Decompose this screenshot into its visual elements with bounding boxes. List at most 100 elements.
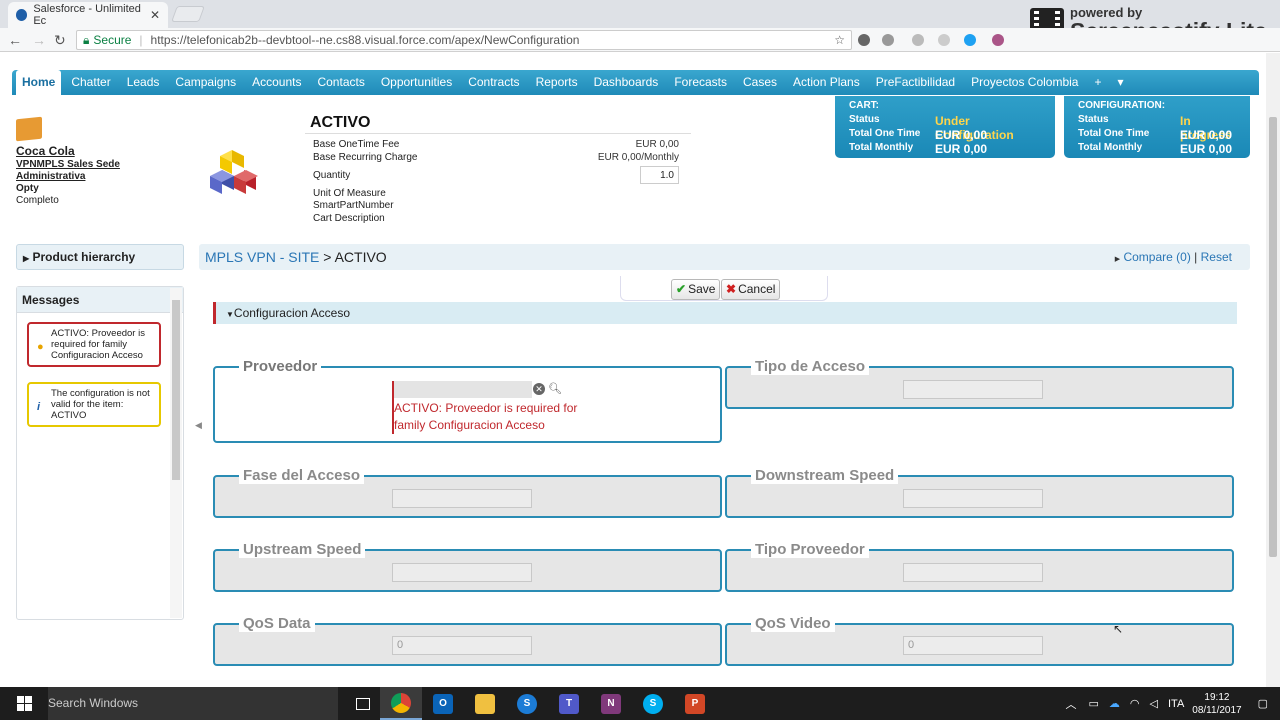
upstream-speed-input[interactable] (392, 563, 532, 582)
nav-tab-home[interactable]: Home (16, 70, 62, 95)
product-hierarchy-toggle[interactable]: ▶ Product hierarchy (16, 244, 184, 270)
downstream-speed-input[interactable] (903, 489, 1043, 508)
url-field[interactable]: 🔒︎ Secure | https://telefonicab2b--devbt… (76, 30, 852, 50)
reset-link[interactable]: Reset (1201, 250, 1232, 264)
quantity-label: Quantity (313, 170, 351, 181)
nav-tab-opportunities[interactable]: Opportunities (373, 70, 460, 95)
tipo-de-acceso-input[interactable] (903, 380, 1043, 399)
clear-icon[interactable]: ✕ (533, 383, 545, 395)
scrollbar-thumb[interactable] (1269, 117, 1277, 557)
skype-taskbar-icon[interactable]: S (632, 687, 674, 720)
quantity-input[interactable]: 1.0 (640, 166, 679, 184)
configuration-onetime-label: Total One Time (1078, 128, 1150, 139)
extension-icon[interactable] (912, 34, 924, 46)
browser-tab[interactable]: Salesforce - Unlimited Ec ✕ (8, 2, 168, 28)
nav-tab-chatter[interactable]: Chatter (63, 70, 118, 95)
address-bar-row: ← → ↻ 🔒︎ Secure | https://telefonicab2b-… (0, 28, 1280, 76)
nav-tab-prefactibilidad[interactable]: PreFactibilidad (868, 70, 963, 95)
wifi-icon[interactable]: ◠ (1130, 697, 1140, 710)
save-button[interactable]: ✔ Save (671, 279, 721, 300)
back-icon[interactable]: ← (8, 32, 22, 48)
configuration-summary-box: CONFIGURATION: Status In progress Total O… (1064, 96, 1250, 158)
windows-search-box[interactable]: Search Windows (48, 687, 338, 720)
onedrive-icon[interactable]: ☁ (1109, 697, 1120, 710)
nav-tab-dashboards[interactable]: Dashboards (586, 70, 667, 95)
proveedor-input[interactable] (394, 381, 532, 398)
extension-icon[interactable] (992, 34, 1004, 46)
messages-heading: Messages (17, 287, 183, 313)
configuration-status-label: Status (1078, 114, 1109, 125)
nav-tab-contacts[interactable]: Contacts (309, 70, 372, 95)
breadcrumb-parent-link[interactable]: MPLS VPN - SITE (205, 249, 319, 265)
page-scrollbar[interactable] (1266, 53, 1280, 687)
tipo-proveedor-input[interactable] (903, 563, 1043, 582)
section-header-configuracion-acceso[interactable]: ▼Configuracion Acceso (213, 302, 1237, 324)
lock-icon: 🔒︎ (83, 32, 90, 47)
nav-tab-accounts[interactable]: Accounts (244, 70, 309, 95)
section-title: Configuracion Acceso (233, 306, 350, 320)
teams-taskbar-icon[interactable]: T (548, 687, 590, 720)
info-icon: i (37, 401, 41, 413)
cart-description-label: Cart Description (313, 213, 385, 224)
triangle-down-icon: ▼ (226, 310, 234, 319)
nav-tab-leads[interactable]: Leads (119, 70, 168, 95)
nav-tab-contracts[interactable]: Contracts (460, 70, 527, 95)
nav-tab-[interactable]: + (1086, 70, 1109, 95)
messages-panel: Messages ● ACTIVO: Proveedor is required… (16, 286, 184, 620)
breadcrumb: MPLS VPN - SITE > ACTIVO ▶ Compare (0) |… (199, 244, 1250, 270)
opty-name-link-line2[interactable]: Administrativa (16, 171, 120, 183)
nav-tab-campaigns[interactable]: Campaigns (167, 70, 244, 95)
extension-icon[interactable] (938, 34, 950, 46)
bookmark-star-icon[interactable]: ☆ (834, 33, 845, 47)
nav-tab-proyectos-colombia[interactable]: Proyectos Colombia (963, 70, 1086, 95)
language-indicator[interactable]: ITA (1168, 698, 1184, 710)
product-title: ACTIVO (310, 114, 371, 131)
opty-name-link-line1[interactable]: VPNMPLS Sales Sede (16, 159, 120, 171)
extension-icon[interactable] (882, 34, 894, 46)
opty-label: Opty (16, 183, 39, 194)
onenote-taskbar-icon[interactable]: N (590, 687, 632, 720)
collapse-sidebar-icon[interactable]: ◀ (195, 420, 202, 431)
triangle-right-icon: ▶ (23, 254, 30, 263)
fase-del-acceso-input[interactable] (392, 489, 532, 508)
notifications-icon[interactable]: ▢ (1258, 697, 1268, 710)
nav-tab-forecasts[interactable]: Forecasts (666, 70, 735, 95)
forward-icon[interactable]: → (32, 32, 46, 48)
account-name-link[interactable]: Coca Cola (16, 144, 120, 158)
uom-label: Unit Of Measure (313, 188, 386, 199)
nav-tab-reports[interactable]: Reports (528, 70, 586, 95)
reload-icon[interactable]: ↻ (54, 32, 66, 49)
new-tab-button[interactable] (171, 6, 205, 22)
cancel-button[interactable]: ✖ Cancel (721, 279, 781, 300)
qos-data-input[interactable]: 0 (392, 636, 532, 655)
messages-scrollbar[interactable] (170, 288, 182, 618)
qos-video-input[interactable]: 0 (903, 636, 1043, 655)
clock[interactable]: 19:12 08/11/2017 (1192, 691, 1241, 717)
tray-chevron-icon[interactable]: ︿ (1066, 696, 1077, 712)
tab-close-icon[interactable]: ✕ (150, 8, 160, 22)
cart-status-label: Status (849, 114, 880, 125)
chrome-taskbar-icon[interactable] (380, 687, 422, 720)
volume-icon[interactable]: ◁ (1150, 697, 1158, 710)
nav-tab-action-plans[interactable]: Action Plans (785, 70, 868, 95)
cart-monthly-value: EUR 0,00 (935, 142, 988, 156)
battery-icon[interactable]: ▭ (1089, 697, 1099, 710)
outlook-taskbar-icon[interactable]: O (422, 687, 464, 720)
powerpoint-taskbar-icon[interactable]: P (674, 687, 716, 720)
product-cubes-icon (210, 150, 258, 194)
nav-tab-cases[interactable]: Cases (735, 70, 785, 95)
task-view-icon[interactable] (346, 687, 380, 720)
windows-start-icon[interactable] (0, 696, 48, 711)
extension-icon[interactable] (964, 34, 976, 46)
skype-business-taskbar-icon[interactable]: S (506, 687, 548, 720)
compare-link[interactable]: Compare (0) (1123, 250, 1190, 264)
cart-heading: CART: (849, 100, 879, 111)
lookup-search-icon[interactable]: 🔍︎ (548, 382, 562, 395)
triangle-right-icon: ▶ (1114, 256, 1121, 263)
extension-icon[interactable] (858, 34, 870, 46)
nav-tab-[interactable]: ▾ (1110, 70, 1132, 95)
check-icon: ✔ (676, 282, 687, 296)
system-tray: ︿ ▭ ☁ ◠ ◁ ITA 19:12 08/11/2017 ▢ (1066, 687, 1280, 720)
file-explorer-taskbar-icon[interactable] (464, 687, 506, 720)
tipo-de-acceso-label: Tipo de Acceso (751, 358, 870, 375)
